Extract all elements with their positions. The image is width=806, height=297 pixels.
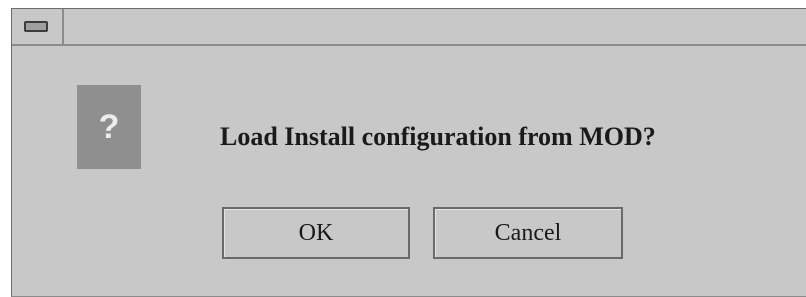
ok-button[interactable]: OK <box>222 207 410 259</box>
cancel-button[interactable]: Cancel <box>433 207 623 259</box>
question-icon: ? <box>77 85 141 169</box>
window-menu-button[interactable] <box>12 9 64 44</box>
window-menu-icon <box>24 21 48 32</box>
dialog-message: Load Install configuration from MOD? <box>220 122 656 151</box>
confirm-dialog: ? Load Install configuration from MOD? O… <box>11 8 806 297</box>
title-bar <box>12 9 806 46</box>
